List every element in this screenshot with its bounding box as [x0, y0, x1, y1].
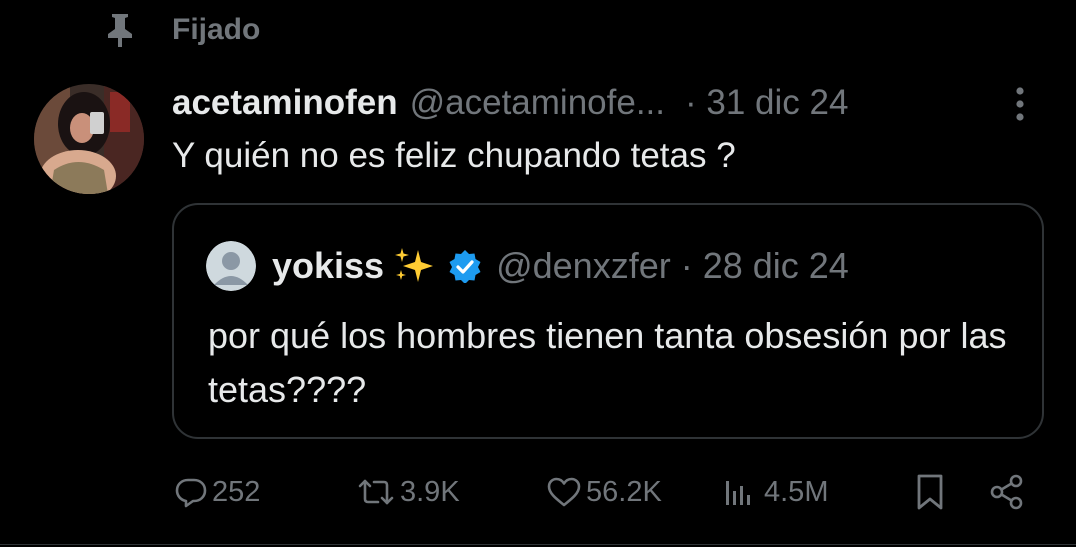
quoted-handle-date[interactable]: @denxzfer · 28 dic 24 — [496, 245, 849, 287]
verified-badge-icon — [449, 250, 481, 283]
pinned-indicator: Fijado — [104, 8, 260, 52]
repost-button[interactable]: 3.9K — [356, 468, 460, 516]
author-avatar[interactable] — [34, 84, 144, 194]
more-vertical-icon[interactable] — [1014, 86, 1026, 122]
tweet-header: acetaminofen @acetaminofe... · 31 dic 24 — [172, 78, 1042, 128]
quoted-tweet-card[interactable]: yokiss @denxzfer · 28 dic 24 por qué los… — [172, 203, 1044, 439]
like-count: 56.2K — [586, 475, 662, 508]
author-handle[interactable]: @acetaminofe... — [410, 83, 665, 123]
quoted-author-display-name[interactable]: yokiss — [272, 245, 384, 287]
sparkles-icon — [395, 248, 434, 282]
views-chart-icon — [726, 481, 750, 505]
avatar-photo — [34, 84, 144, 194]
tweet-date[interactable]: · 31 dic 24 — [685, 83, 848, 123]
tweet-action-bar: 252 3.9K 56.2K 4.5M — [170, 468, 1040, 516]
share-icon — [990, 474, 1023, 510]
bookmark-button[interactable] — [914, 468, 946, 516]
repost-count: 3.9K — [400, 475, 460, 508]
reply-count: 252 — [212, 475, 261, 508]
share-button[interactable] — [988, 468, 1026, 516]
like-button[interactable]: 56.2K — [546, 468, 662, 516]
reply-button[interactable]: 252 — [174, 468, 260, 516]
views-button[interactable]: 4.5M — [722, 468, 828, 516]
quoted-tweet-header: yokiss @denxzfer · 28 dic 24 — [206, 241, 849, 291]
divider — [0, 544, 1076, 545]
bookmark-icon — [917, 474, 943, 510]
repost-icon — [358, 479, 394, 505]
tweet-text: Y quién no es feliz chupando tetas ? — [172, 136, 736, 175]
pinned-label: Fijado — [172, 13, 261, 46]
quoted-author-avatar[interactable] — [206, 241, 256, 291]
view-count: 4.5M — [764, 475, 829, 508]
heart-icon — [547, 477, 581, 507]
quoted-tweet-text: por qué los hombres tienen tanta obsesió… — [208, 315, 1007, 410]
reply-icon — [175, 478, 207, 508]
author-display-name[interactable]: acetaminofen — [172, 83, 398, 123]
pin-icon — [108, 14, 132, 47]
